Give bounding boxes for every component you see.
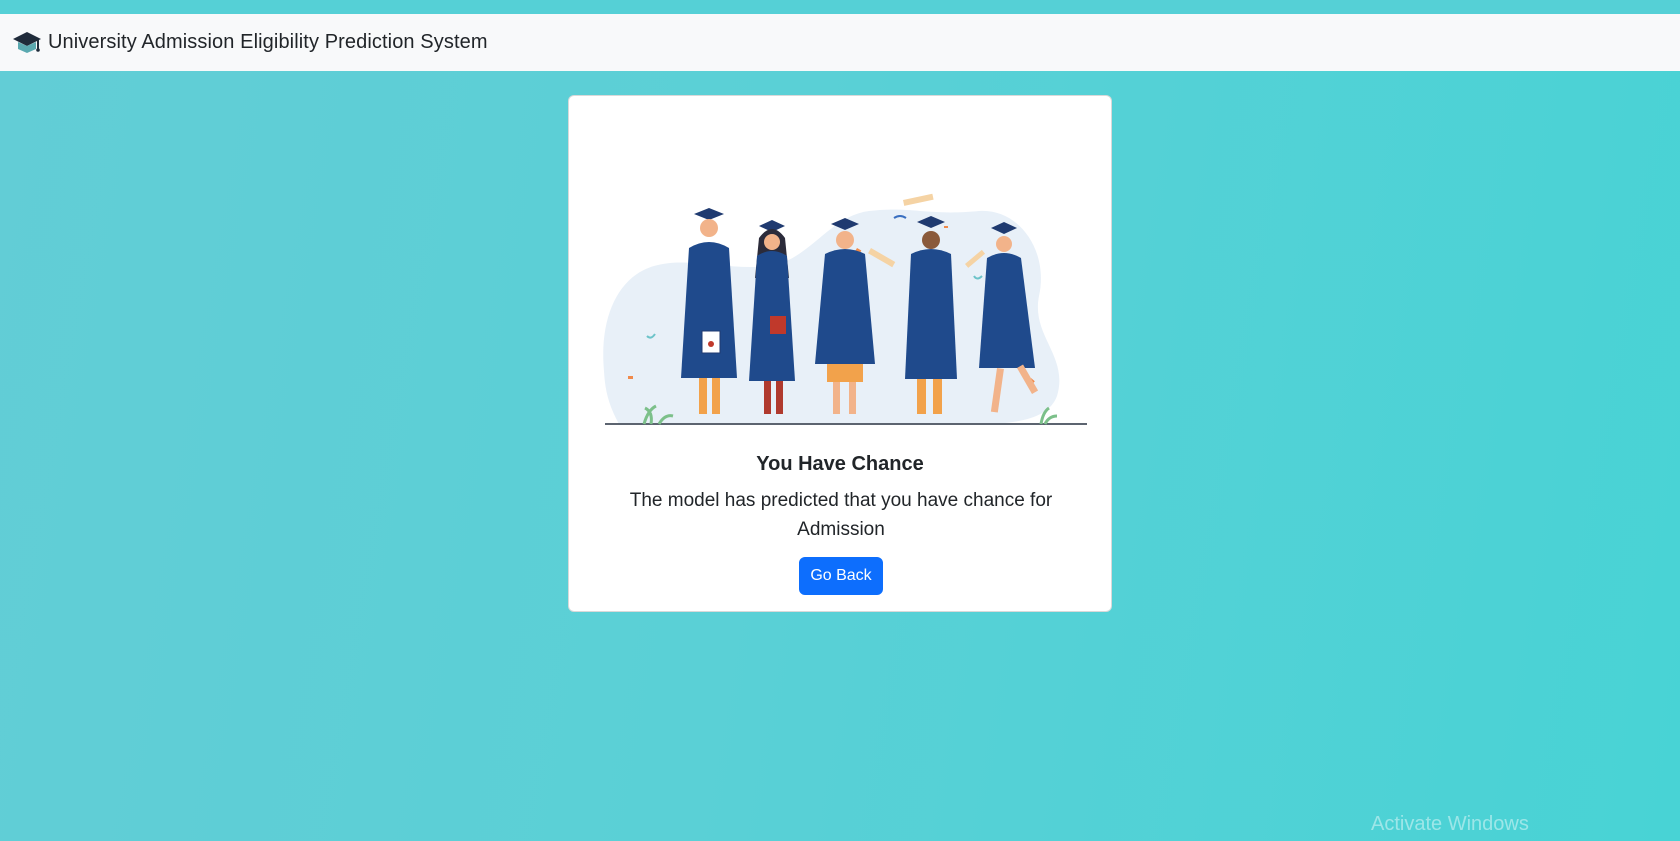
activate-windows-watermark: Activate Windows	[1371, 813, 1529, 835]
graduates-illustration	[603, 193, 1087, 425]
app-title[interactable]: University Admission Eligibility Predict…	[48, 31, 488, 54]
result-title: You Have Chance	[756, 453, 924, 475]
graduation-cap-icon	[12, 30, 42, 56]
top-accent-strip	[0, 0, 1680, 14]
navbar: University Admission Eligibility Predict…	[0, 14, 1680, 71]
result-message: The model has predicted that you have ch…	[629, 490, 1053, 540]
go-back-button[interactable]: Go Back	[799, 557, 883, 595]
result-card: You Have Chance The model has predicted …	[568, 95, 1112, 612]
